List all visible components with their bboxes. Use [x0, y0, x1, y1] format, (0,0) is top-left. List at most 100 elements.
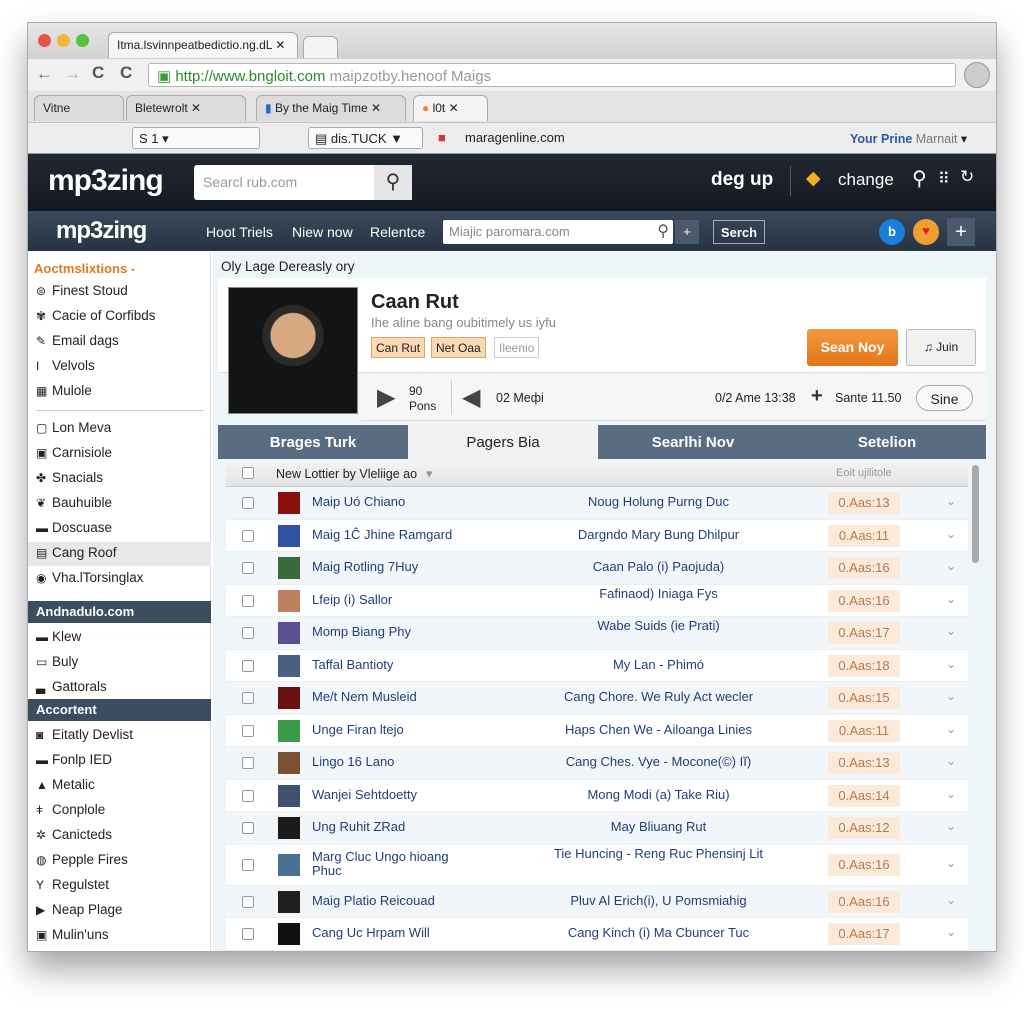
sidebar-item[interactable]: ◙ Eitatly Devlist: [36, 727, 133, 742]
table-row[interactable]: Lingo 16 Lano Cang Ches. Vye - Mocone(©) …: [226, 747, 968, 780]
table-row[interactable]: Marg Cluc Ungo hioang Phuc Tie Huncing - …: [226, 844, 968, 886]
track-artist[interactable]: Wabe Suids (ie Prati): [546, 619, 771, 633]
track-artist[interactable]: My Lan - Phimó: [546, 657, 771, 672]
chevron-down-icon[interactable]: ⌄: [946, 657, 956, 671]
track-title[interactable]: Wanjei Sehtdoetty: [312, 787, 472, 802]
chevron-down-icon[interactable]: ⌄: [946, 559, 956, 573]
track-title[interactable]: Maig Rotling 7Huy: [312, 560, 472, 574]
chevron-down-icon[interactable]: ⌄: [946, 754, 956, 768]
plus-icon[interactable]: +: [947, 218, 975, 246]
track-artist[interactable]: Pluv Al Erich(i), U Pomsmiahig: [546, 893, 771, 908]
chevron-down-icon[interactable]: ⌄: [946, 893, 956, 907]
scrollbar[interactable]: [972, 465, 979, 563]
row-checkbox[interactable]: [242, 895, 254, 908]
sidebar-item[interactable]: ✾ Cacie of Corfibds: [36, 308, 156, 323]
row-checkbox[interactable]: [242, 757, 254, 770]
row-checkbox[interactable]: [242, 594, 254, 607]
track-title[interactable]: Me/t Nem Musleid: [312, 690, 472, 704]
reload-icon-2[interactable]: C: [120, 63, 132, 83]
sidebar-item[interactable]: ▢ Lon Meva: [36, 420, 111, 435]
sidebar-item[interactable]: ✎ Email dags: [36, 333, 119, 348]
previous-icon[interactable]: ◀: [462, 383, 480, 412]
row-checkbox[interactable]: [242, 928, 254, 941]
content-tab-1[interactable]: Pagers Bia: [408, 425, 598, 459]
refresh-icon[interactable]: ↻: [960, 167, 974, 187]
chevron-down-icon[interactable]: ⌄: [946, 592, 956, 606]
search-icon[interactable]: ⚲: [912, 166, 927, 191]
row-checkbox[interactable]: [242, 627, 254, 640]
track-title[interactable]: Momp Biang Phy: [312, 625, 472, 639]
profile-menu[interactable]: Your Prine Marnait ▾: [850, 131, 967, 146]
chevron-down-icon[interactable]: ⌄: [946, 527, 956, 541]
tab-1[interactable]: Bletewrolt ✕: [126, 95, 246, 121]
sidebar-item[interactable]: ✤ Snacials: [36, 470, 103, 485]
sort-icon[interactable]: ▾: [426, 466, 433, 482]
chevron-down-icon[interactable]: ⌄: [946, 689, 956, 703]
track-title[interactable]: Marg Cluc Ungo hioang Phuc: [312, 849, 472, 878]
track-title[interactable]: Ung Ruhit ZRad: [312, 820, 472, 834]
primary-action-button[interactable]: Sean Noy: [807, 329, 898, 366]
nav-search-input[interactable]: Miajic paromara.com ⚲: [443, 220, 673, 244]
row-checkbox[interactable]: [242, 724, 254, 737]
tab-3[interactable]: ● l0t ✕: [413, 95, 488, 121]
chevron-down-icon[interactable]: ⌄: [946, 624, 956, 638]
sidebar-item[interactable]: ▲ Metalic: [36, 777, 95, 792]
grid-icon[interactable]: ⠿: [938, 169, 950, 189]
track-title[interactable]: Maig Platio Reicouad: [312, 893, 472, 908]
sidebar-item[interactable]: ▣ Mulin'uns: [36, 927, 109, 942]
sidebar-item[interactable]: ◍ Pepple Fires: [36, 852, 128, 867]
bookmark-link[interactable]: maragenline.com: [465, 130, 565, 145]
sine-button[interactable]: Sine: [916, 385, 973, 411]
sidebar-item[interactable]: I Velvols: [36, 358, 95, 373]
sidebar-item[interactable]: ✲ Canicteds: [36, 827, 112, 842]
tab-0[interactable]: Vitne: [34, 95, 124, 121]
track-artist[interactable]: Haps Chen We - Ailoanga Linies: [546, 722, 771, 737]
new-tab-button[interactable]: [303, 36, 338, 58]
track-artist[interactable]: Cang Kinch (i) Ma Cbuncer Tuc: [546, 926, 771, 940]
chevron-down-icon[interactable]: ⌄: [946, 722, 956, 736]
chevron-down-icon[interactable]: ⌄: [946, 787, 956, 801]
chevron-down-icon[interactable]: ⌄: [946, 856, 956, 870]
select-all-checkbox[interactable]: [242, 467, 254, 479]
table-row[interactable]: Taffal Bantioty My Lan - Phimó 0.Aas:18 ⌄: [226, 649, 968, 682]
sidebar-item[interactable]: ▶ Neap Plage: [36, 902, 123, 917]
sidebar-item[interactable]: ⊜ Finest Stoud: [36, 283, 128, 298]
tag[interactable]: Ileenio: [494, 337, 540, 358]
search-icon[interactable]: ⚲: [374, 165, 412, 200]
signup-link[interactable]: deg up: [711, 169, 773, 191]
social-icon[interactable]: b: [879, 219, 905, 245]
options-icon[interactable]: +: [675, 220, 699, 244]
table-row[interactable]: Unge Firan ltejo Haps Chen We - Ailoanga …: [226, 714, 968, 747]
table-row[interactable]: Maig Rotling 7Huy Caan Palo (i) Paojuda) 0…: [226, 552, 968, 585]
header-search-input[interactable]: Searcl rub.com ⚲: [194, 165, 412, 200]
bookmark-select-2[interactable]: ▤ dis.TUCK ▼: [308, 127, 423, 149]
nav-logo[interactable]: mp3zing: [56, 217, 147, 245]
table-row[interactable]: Maig Platio Reicouad Pluv Al Erich(i), U …: [226, 885, 968, 918]
track-artist[interactable]: Tie Huncing - Reng Ruc Phensinj Lit: [546, 846, 771, 861]
sidebar-item[interactable]: Y Regulstet: [36, 877, 109, 892]
close-window-button[interactable]: [38, 34, 51, 47]
nav-link-1[interactable]: Niew now: [292, 224, 353, 240]
table-row[interactable]: Momp Biang Phy Wabe Suids (ie Prati) 0.Aas…: [226, 617, 968, 650]
row-checkbox[interactable]: [242, 529, 254, 542]
content-tab-3[interactable]: Setelion: [788, 425, 986, 459]
back-icon[interactable]: ←: [36, 64, 53, 84]
table-row[interactable]: Wanjei Sehtdoetty Mong Modi (a) Take Riu)…: [226, 779, 968, 812]
sidebar-item[interactable]: ▬ Fonlp IED: [36, 752, 112, 767]
add-icon[interactable]: +: [811, 385, 823, 408]
sidebar-item[interactable]: ▤ Cang Roof: [36, 545, 117, 560]
browser-tab-active[interactable]: Itma.lsvinnpeatbedictio.ng.dL ✕: [108, 32, 298, 58]
change-link[interactable]: change: [838, 170, 894, 190]
sidebar-item[interactable]: ❦ Bauhuible: [36, 495, 112, 510]
table-row[interactable]: Cang Uc Hrpam Will Cang Kinch (i) Ma Cbun…: [226, 918, 968, 951]
content-tab-0[interactable]: Brages Turk: [218, 425, 408, 459]
heart-icon[interactable]: ♥: [913, 219, 939, 245]
bookmark-select-1[interactable]: S 1 ▾: [132, 127, 260, 149]
chevron-down-icon[interactable]: ⌄: [946, 494, 956, 508]
row-checkbox[interactable]: [242, 859, 254, 871]
table-row[interactable]: Ung Ruhit ZRad May Bliuang Rut 0.Aas:12 ⌄: [226, 812, 968, 845]
content-tab-2[interactable]: Searlhi Nov: [598, 425, 788, 459]
track-artist[interactable]: Fafinaod) Iniaga Fys: [546, 586, 771, 601]
track-title[interactable]: Lfeip (i) Sallor: [312, 592, 472, 607]
menu-icon[interactable]: [964, 62, 990, 88]
